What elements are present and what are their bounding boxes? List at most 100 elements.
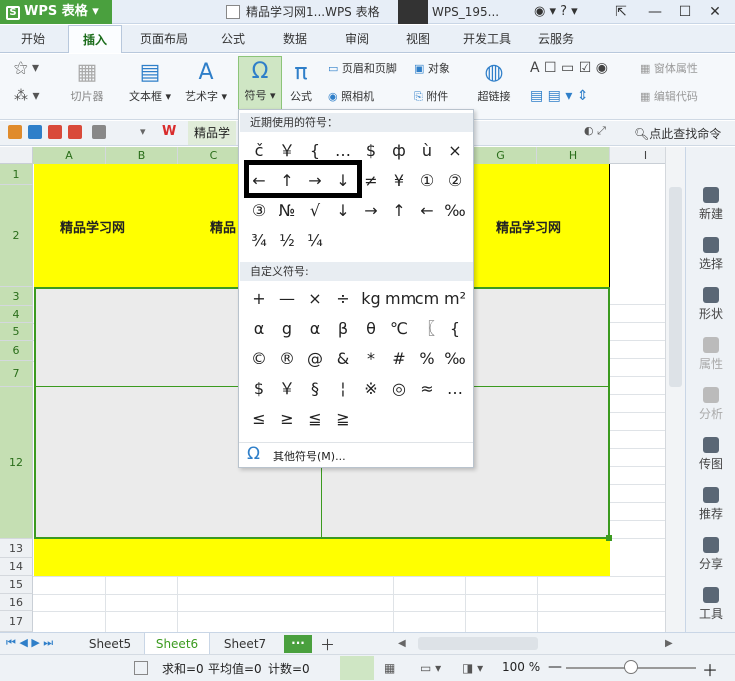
normal-view-icon[interactable] [340,656,374,680]
row-header[interactable]: 15 [0,576,33,594]
sheet-tab[interactable]: Sheet5 [80,633,140,655]
symbol-cell[interactable]: § [301,374,329,404]
symbol-cell[interactable]: ù [413,136,441,166]
symbol-cell[interactable]: ф [385,136,413,166]
more-symbols-item[interactable]: 其他符号(M)... [273,448,346,464]
symbol-cell[interactable]: ② [441,166,469,196]
symbol-cell[interactable]: ½ [273,226,301,256]
maximize-button[interactable]: ☐ [672,0,698,24]
symbol-button[interactable]: Ω 符号 ▾ [238,56,282,110]
shapes-icon[interactable]: ⚝ ▾ [14,60,39,76]
skin-icon[interactable]: ◉ ▾ ? ▾ [534,0,578,24]
symbol-cell[interactable]: ← [413,196,441,226]
row-header[interactable]: 17 [0,611,33,632]
save-icon[interactable] [28,125,42,139]
column-header[interactable]: B [106,147,178,164]
new-button[interactable]: 新建 [686,187,735,222]
symbol-cell[interactable]: ③ [245,196,273,226]
camera-button[interactable]: ◉ 照相机 [328,87,374,107]
tools-button[interactable]: 工具 [686,587,735,622]
symbol-cell[interactable]: * [357,344,385,374]
select-all-corner[interactable] [0,147,33,164]
cell-g2[interactable]: 精品学习网 [496,217,561,236]
symbol-cell[interactable]: ￥ [273,374,301,404]
row-header[interactable]: 2 [0,185,33,287]
row-header[interactable]: 1 [0,164,33,185]
cell-c2[interactable]: 精品 [210,217,236,236]
tab-page-layout[interactable]: 页面布局 [134,25,194,53]
symbol-cell[interactable]: { [441,314,469,344]
properties-button[interactable]: 属性 [686,337,735,372]
restore-ribbon-icon[interactable]: ⇱ [608,0,634,24]
row-header[interactable]: 3 [0,287,33,306]
symbol-cell[interactable]: ¥ [385,166,413,196]
close-button[interactable]: ✕ [702,0,728,24]
symbol-cell[interactable]: ↑ [385,196,413,226]
symbol-cell[interactable]: ¼ [301,226,329,256]
sheet-tab-active[interactable]: Sheet6 [144,633,210,655]
column-header[interactable]: H [537,147,610,164]
symbol-cell[interactable]: → [357,196,385,226]
symbol-cell[interactable]: ≧ [329,404,357,434]
symbol-cell[interactable]: cm [413,284,441,314]
symbol-cell[interactable]: ® [273,344,301,374]
tab-formula[interactable]: 公式 [210,25,256,53]
symbol-cell[interactable]: ¾ [245,226,273,256]
tab-review[interactable]: 审阅 [334,25,380,53]
symbol-cell[interactable]: ≈ [413,374,441,404]
symbol-cell[interactable]: α [245,314,273,344]
symbol-cell[interactable]: ※ [357,374,385,404]
row-header[interactable]: 5 [0,323,33,341]
symbol-cell[interactable]: ¦ [329,374,357,404]
wordart-button[interactable]: A 艺术字 ▾ [180,58,232,104]
row-header[interactable]: 14 [0,558,33,576]
fill-handle[interactable] [606,535,612,541]
horizontal-scrollbar[interactable] [418,637,538,650]
symbol-cell[interactable]: × [301,284,329,314]
zoom-slider-thumb[interactable] [624,660,638,674]
recommend-button[interactable]: 推荐 [686,487,735,522]
symbol-cell[interactable]: — [273,284,301,314]
symbol-cell[interactable]: θ [357,314,385,344]
tab-home[interactable]: 开始 [10,25,56,53]
cell-a2[interactable]: 精品学习网 [60,217,125,236]
slicer-button[interactable]: ▦ 切片器 [64,58,110,104]
print-icon[interactable] [68,125,82,139]
tab-data[interactable]: 数据 [272,25,318,53]
attachment-button[interactable]: ⎘ 附件 [414,87,448,107]
app-menu-button[interactable]: S WPS 表格 ▾ [0,0,112,24]
symbol-cell[interactable]: m² [441,284,469,314]
vertical-scrollbar[interactable] [665,147,685,632]
symbol-cell[interactable]: + [245,284,273,314]
form-controls-icon[interactable]: A ☐ ▭ ☑ ◉ [530,60,608,76]
symbol-cell[interactable]: 〖 [413,314,441,344]
symbol-cell[interactable]: ÷ [329,284,357,314]
textbox-button[interactable]: ▤ 文本框 ▾ [124,58,176,104]
open-folder-icon[interactable] [8,125,22,139]
symbol-cell[interactable]: & [329,344,357,374]
select-button[interactable]: 选择 [686,237,735,272]
row-header[interactable]: 12 [0,387,33,539]
form-controls-row2-icon[interactable]: ▤ ▤ ▾ ⇕ [530,88,589,104]
symbol-cell[interactable]: √ [301,196,329,226]
scroll-thumb[interactable] [669,187,682,387]
row-header[interactable]: 16 [0,594,33,611]
symbol-cell[interactable]: kg [357,284,385,314]
zoom-out-button[interactable]: — [548,659,562,675]
symbol-cell[interactable]: ≥ [273,404,301,434]
reading-mode-icon[interactable]: ◨ ▾ [462,661,483,675]
tab-cloud[interactable]: 云服务 [530,25,582,53]
row-header[interactable]: 13 [0,539,33,558]
tab-developer[interactable]: 开发工具 [456,25,518,53]
hscroll-right-icon[interactable]: ▶ [665,638,673,649]
symbol-cell[interactable]: ◎ [385,374,413,404]
symbol-cell[interactable]: ‰ [441,196,469,226]
upload-image-button[interactable]: 传图 [686,437,735,472]
hscroll-left-icon[interactable]: ◀ [398,638,406,649]
more-sheets-button[interactable]: ··· [284,635,312,653]
minimize-button[interactable]: — [642,0,668,24]
footer-range[interactable] [34,539,610,576]
tool-icons[interactable]: ◐ ⤢ [584,124,606,138]
dropdown-icon[interactable]: ▾ [140,125,146,138]
header-footer-button[interactable]: ▭ 页眉和页脚 [328,59,397,79]
